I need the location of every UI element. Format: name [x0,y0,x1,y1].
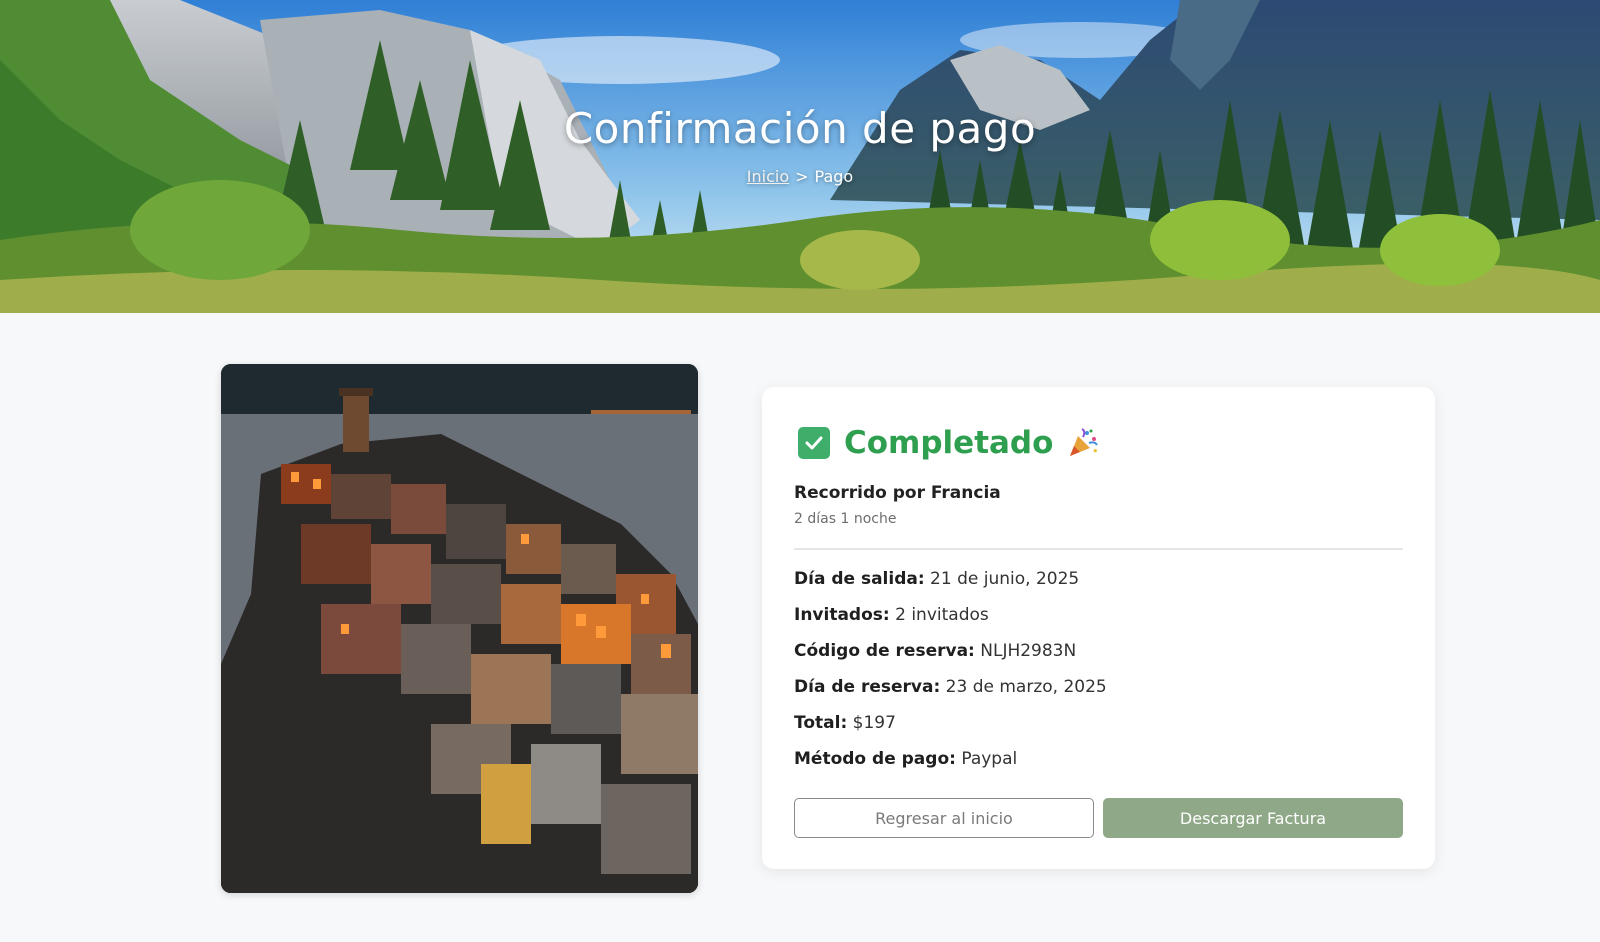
breadcrumb-home-link[interactable]: Inicio [747,167,789,186]
download-invoice-button[interactable]: Descargar Factura [1103,798,1403,838]
breadcrumb: Inicio > Pago [0,167,1600,186]
party-popper-icon [1070,428,1099,456]
detail-label: Método de pago: [794,749,956,769]
back-to-home-button[interactable]: Regresar al inicio [794,798,1094,838]
status-label: Completado [844,425,1054,461]
detail-value: 2 invitados [895,605,989,625]
detail-label: Día de reserva: [794,677,941,697]
trip-name: Recorrido por Francia [794,483,1001,503]
detail-label: Código de reserva: [794,641,975,661]
breadcrumb-separator: > [795,167,809,186]
confirmation-card: Completado Recorrido por Francia 2 días … [762,387,1435,869]
status-row: Completado [798,425,1099,461]
detail-guests: Invitados: 2 invitados [794,605,1107,641]
coastal-village-image [221,364,698,893]
detail-booking-code: Código de reserva: NLJH2983N [794,641,1107,677]
mountain-forest-background [0,0,1600,313]
detail-label: Total: [794,713,848,733]
detail-departure-date: Día de salida: 21 de junio, 2025 [794,569,1107,605]
detail-value: 23 de marzo, 2025 [945,677,1107,697]
detail-total: Total: $197 [794,713,1107,749]
trip-duration: 2 días 1 noche [794,511,897,527]
detail-payment-method: Método de pago: Paypal [794,749,1107,785]
detail-booking-date: Día de reserva: 23 de marzo, 2025 [794,677,1107,713]
detail-value: 21 de junio, 2025 [930,569,1080,589]
divider [794,548,1403,550]
detail-value: NLJH2983N [980,641,1077,661]
breadcrumb-current: Pago [814,167,854,186]
detail-label: Día de salida: [794,569,925,589]
check-box-icon [798,427,830,459]
detail-value: Paypal [961,749,1018,769]
destination-photo [221,364,698,893]
hero-banner: Confirmación de pago Inicio > Pago [0,0,1600,313]
booking-details: Día de salida: 21 de junio, 2025 Invitad… [794,569,1107,785]
detail-label: Invitados: [794,605,890,625]
page-title: Confirmación de pago [563,104,1037,153]
detail-value: $197 [852,713,896,733]
